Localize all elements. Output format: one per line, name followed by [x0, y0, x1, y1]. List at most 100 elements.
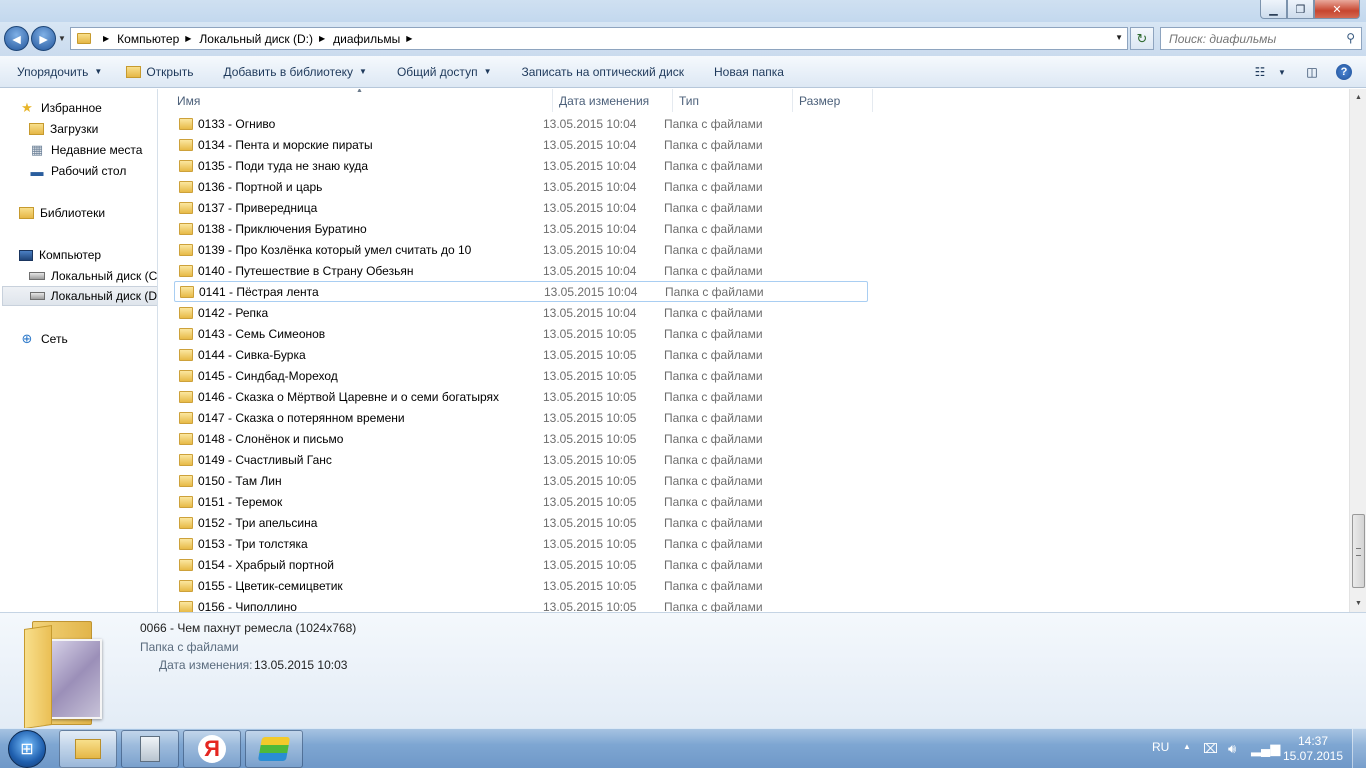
nav-computer[interactable]: Компьютер: [19, 245, 101, 265]
chevron-right-icon[interactable]: ▶: [103, 34, 109, 43]
scroll-down-arrow[interactable]: ▼: [1350, 595, 1366, 612]
taskbar-calculator[interactable]: [121, 730, 179, 768]
nav-network[interactable]: ⊕ Сеть: [19, 329, 68, 349]
help-button[interactable]: ?: [1330, 60, 1358, 84]
file-type: Папка с файлами: [664, 200, 763, 215]
share-button[interactable]: Общий доступ ▼: [388, 60, 501, 84]
close-button[interactable]: ✕: [1314, 0, 1360, 19]
file-name: 0136 - Портной и царь: [198, 179, 323, 194]
file-type: Папка с файлами: [664, 137, 763, 152]
nav-favorites[interactable]: ★ Избранное: [19, 98, 102, 118]
breadcrumb-computer[interactable]: Компьютер: [117, 32, 179, 46]
table-row[interactable]: 0152 - Три апельсина 13.05.2015 10:05 Папк…: [174, 512, 868, 533]
nav-downloads[interactable]: Загрузки: [29, 119, 98, 139]
table-row[interactable]: 0136 - Портной и царь 13.05.2015 10:04 Пап…: [174, 176, 868, 197]
table-row[interactable]: 0137 - Привередница 13.05.2015 10:04 Папка…: [174, 197, 868, 218]
table-row[interactable]: 0155 - Цветик-семицветик 13.05.2015 10:05…: [174, 575, 868, 596]
start-button[interactable]: ⊞: [3, 730, 51, 768]
chevron-right-icon[interactable]: ▶: [185, 34, 191, 43]
change-view-icon[interactable]: ☷: [1246, 60, 1274, 84]
vertical-scrollbar[interactable]: ▲ ▼: [1349, 89, 1366, 612]
table-row[interactable]: 0133 - Огниво 13.05.2015 10:04 Папка с фай…: [174, 113, 868, 134]
address-bar[interactable]: ▶ Компьютер ▶ Локальный диск (D:) ▶ диаф…: [70, 27, 1128, 50]
help-icon: ?: [1336, 64, 1352, 80]
scroll-thumb[interactable]: [1352, 514, 1365, 588]
search-input[interactable]: [1169, 31, 1339, 46]
search-icon[interactable]: ⚲: [1346, 31, 1355, 45]
file-type: Папка с файлами: [664, 263, 763, 278]
maximize-button[interactable]: ❐: [1287, 0, 1314, 19]
folder-icon: [179, 390, 193, 403]
column-header-date[interactable]: Дата изменения: [553, 89, 673, 112]
table-row[interactable]: 0134 - Пента и морские пираты 13.05.2015 …: [174, 134, 868, 155]
table-row[interactable]: 0148 - Слонёнок и письмо 13.05.2015 10:05…: [174, 428, 868, 449]
back-button[interactable]: ◄: [4, 26, 29, 51]
search-box[interactable]: ⚲: [1160, 27, 1362, 50]
breadcrumb-diafilmy[interactable]: диафильмы: [333, 32, 400, 46]
table-row[interactable]: 0150 - Там Лин 13.05.2015 10:05 Папка с фа…: [174, 470, 868, 491]
file-date: 13.05.2015 10:04: [543, 305, 637, 320]
table-row[interactable]: 0151 - Теремок 13.05.2015 10:05 Папка с фа…: [174, 491, 868, 512]
column-header-type[interactable]: Тип: [673, 89, 793, 112]
add-to-library-button[interactable]: Добавить в библиотеку ▼: [214, 60, 375, 84]
table-row[interactable]: 0156 - Чиполлино 13.05.2015 10:05 Папка с …: [174, 596, 868, 612]
burn-button[interactable]: Записать на оптический диск: [512, 60, 693, 84]
file-name: 0144 - Сивка-Бурка: [198, 347, 306, 362]
nav-recent-places[interactable]: ▦ Недавние места: [29, 140, 143, 160]
minimize-button[interactable]: ▁: [1260, 0, 1287, 19]
table-row[interactable]: 0141 - Пёстрая лента 13.05.2015 10:04 Папк…: [174, 281, 868, 302]
chevron-right-icon[interactable]: ▶: [319, 34, 325, 43]
refresh-button[interactable]: ↻: [1130, 27, 1154, 50]
column-header-size[interactable]: Размер: [793, 89, 873, 112]
nav-disk-c[interactable]: Локальный диск (C: [29, 266, 157, 286]
view-options-dropdown-icon[interactable]: ▼: [1274, 60, 1290, 84]
nav-libraries[interactable]: Библиотеки: [19, 203, 105, 223]
libraries-icon: [19, 207, 34, 219]
language-indicator[interactable]: RU: [1152, 740, 1169, 754]
volume-icon[interactable]: 🔊︎: [1228, 741, 1236, 757]
file-type: Папка с файлами: [664, 242, 763, 257]
scroll-up-arrow[interactable]: ▲: [1350, 89, 1366, 106]
table-row[interactable]: 0135 - Поди туда не знаю куда 13.05.2015 …: [174, 155, 868, 176]
open-button[interactable]: Открыть: [117, 60, 202, 84]
breadcrumb-disk-d[interactable]: Локальный диск (D:): [199, 32, 313, 46]
column-header-name[interactable]: Имя: [159, 89, 553, 112]
network-signal-icon[interactable]: ▂▄▆: [1251, 741, 1280, 757]
table-row[interactable]: 0139 - Про Козлёнка который умел считать…: [174, 239, 868, 260]
organize-button[interactable]: Упорядочить ▼: [8, 60, 111, 84]
table-row[interactable]: 0144 - Сивка-Бурка 13.05.2015 10:05 Папка …: [174, 344, 868, 365]
taskbar-yandex-browser[interactable]: Я: [183, 730, 241, 768]
taskbar-bluestacks[interactable]: [245, 730, 303, 768]
table-row[interactable]: 0147 - Сказка о потерянном времени 13.05.…: [174, 407, 868, 428]
table-row[interactable]: 0154 - Храбрый портной 13.05.2015 10:05 Па…: [174, 554, 868, 575]
show-desktop-button[interactable]: [1352, 729, 1366, 768]
folder-icon: [179, 579, 193, 592]
nav-desktop[interactable]: ▬ Рабочий стол: [29, 161, 127, 181]
folder-icon: [179, 432, 193, 445]
device-tray-icon[interactable]: ⌧: [1203, 741, 1218, 757]
organize-label: Упорядочить: [17, 64, 89, 79]
table-row[interactable]: 0138 - Приключения Буратино 13.05.2015 10…: [174, 218, 868, 239]
forward-button[interactable]: ►: [31, 26, 56, 51]
new-folder-button[interactable]: Новая папка: [705, 60, 793, 84]
table-row[interactable]: 0146 - Сказка о Мёртвой Царевне и о семи…: [174, 386, 868, 407]
address-dropdown-icon[interactable]: ▼: [1115, 33, 1123, 42]
taskbar-explorer[interactable]: [59, 730, 117, 768]
recent-pages-dropdown[interactable]: ▼: [58, 34, 66, 43]
details-date-value: 13.05.2015 10:03: [254, 658, 348, 672]
file-name: 0151 - Теремок: [198, 494, 283, 509]
nav-disk-d[interactable]: Локальный диск (D: [2, 286, 157, 306]
file-date: 13.05.2015 10:05: [543, 410, 637, 425]
table-row[interactable]: 0153 - Три толстяка 13.05.2015 10:05 Папка…: [174, 533, 868, 554]
table-row[interactable]: 0145 - Синдбад-Мореход 13.05.2015 10:05 Па…: [174, 365, 868, 386]
clock[interactable]: 14:37 15.07.2015: [1281, 734, 1345, 764]
table-row[interactable]: 0149 - Счастливый Ганс 13.05.2015 10:05 Па…: [174, 449, 868, 470]
chevron-right-icon[interactable]: ▶: [406, 34, 412, 43]
file-type: Папка с файлами: [664, 557, 763, 572]
table-row[interactable]: 0143 - Семь Симеонов 13.05.2015 10:05 Папк…: [174, 323, 868, 344]
show-hidden-icons-icon[interactable]: ▲: [1183, 742, 1191, 751]
table-row[interactable]: 0140 - Путешествие в Страну Обезьян 13.05…: [174, 260, 868, 281]
details-title: 0066 - Чем пахнут ремесла (1024x768): [140, 621, 357, 635]
table-row[interactable]: 0142 - Репка 13.05.2015 10:04 Папка с файл…: [174, 302, 868, 323]
preview-pane-icon[interactable]: ◫: [1298, 60, 1326, 84]
